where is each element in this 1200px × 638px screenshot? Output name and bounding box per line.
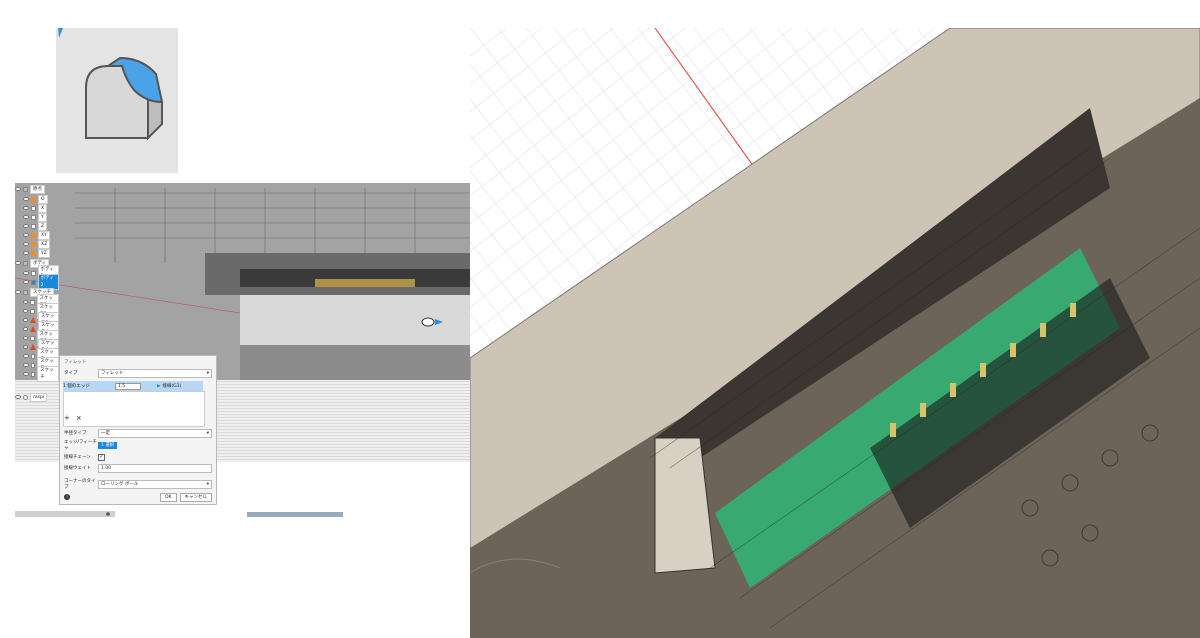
chain-select-button[interactable]: 1 選択 <box>98 441 118 449</box>
corner-type-select[interactable]: ローリング ボール ▾ <box>98 479 212 489</box>
chevron-down-icon: ▾ <box>206 430 209 436</box>
closeup-viewport-drawing <box>470 28 1200 638</box>
type-label: タイプ <box>64 371 78 376</box>
fillet-tool-icon[interactable] <box>56 28 178 173</box>
chevron-down-icon: ▾ <box>206 370 209 376</box>
cancel-button[interactable]: キャンセル <box>179 492 212 502</box>
type-row: タイプ フィレット ▾ <box>64 368 212 378</box>
add-button[interactable]: + <box>64 414 70 422</box>
radius-type-row: 半径タイプ 一定 ▾ <box>64 428 212 438</box>
type-value: フィレット <box>101 371 124 376</box>
tree-item-label: スケッチ <box>37 366 59 382</box>
tree-item[interactable]: Z <box>23 221 48 231</box>
tangent-weight-value: 1.00 <box>101 465 112 471</box>
tree-item-label: XY <box>38 230 50 240</box>
tangent-chain-checkbox[interactable]: ✓ <box>98 453 105 461</box>
edge-count-label: 1 個のエッジ <box>63 384 90 389</box>
dialog-header: フィレット <box>64 358 212 366</box>
type-select[interactable]: フィレット ▾ <box>98 368 212 378</box>
left-status-strip <box>15 508 472 522</box>
edge-row-selected[interactable]: 1 個のエッジ 1.5 ▶ 接線(G1) <box>63 381 203 391</box>
chain-row: エッジ/フィーチャ 1 選択 <box>64 440 212 451</box>
chevron-down-icon: ▾ <box>206 481 209 487</box>
tree-item-label: X <box>38 203 48 213</box>
tangent-chain-label: 接線チェーン <box>64 455 91 460</box>
tree-item[interactable]: O <box>23 194 48 204</box>
radius-type-label: 半径タイプ <box>64 431 87 436</box>
tree-item[interactable]: 原点 <box>15 184 45 194</box>
corner-type-value: ローリング ボール <box>101 482 139 487</box>
tree-item[interactable]: X <box>23 203 48 213</box>
tree-item[interactable]: YZ <box>23 248 50 258</box>
tree-item-label: raspi <box>30 392 48 402</box>
edge-list-actions: + × <box>64 414 212 422</box>
remove-button[interactable]: × <box>76 414 82 422</box>
dialog-footer: i OK キャンセル <box>64 492 212 502</box>
tree-item[interactable]: Y <box>23 212 47 222</box>
fillet-icon <box>58 28 164 141</box>
tree-item-label: 原点 <box>30 184 45 194</box>
corner-type-row: コーナーのタイプ ローリング ボール ▾ <box>64 479 212 490</box>
tangent-weight-input[interactable]: 1.00 <box>98 463 212 473</box>
tree-item[interactable]: XZ <box>23 239 51 249</box>
tree-item-label: O <box>38 194 48 204</box>
tree-item-label: YZ <box>38 248 50 258</box>
tree-item[interactable]: XY <box>23 230 50 240</box>
tree-item[interactable]: スケッチ <box>23 366 59 382</box>
tree-item-label: XZ <box>38 239 51 249</box>
tangent-weight-row: 接線ウェイト 1.00 <box>64 463 212 473</box>
tree-item-selected[interactable]: ボディ2 <box>23 274 59 290</box>
tree-item[interactable]: raspi <box>15 392 48 402</box>
tangent-icon: ▶ <box>157 383 161 389</box>
radius-type-select[interactable]: 一定 ▾ <box>98 428 212 438</box>
ok-button[interactable]: OK <box>160 492 177 502</box>
tangent-weight-label: 接線ウェイト <box>64 466 91 471</box>
tree-item-label: Z <box>38 221 48 231</box>
corner-type-label: コーナーのタイプ <box>64 479 96 490</box>
radius-type-value: 一定 <box>101 431 110 436</box>
edge-size-input[interactable]: 1.5 <box>115 382 141 390</box>
browser-tree: 原点 O X Y Z XY XZ YZ ボディ ボディ1 ボディ2 スケッチ ス… <box>15 183 59 403</box>
tangent-label: 接線(G1) <box>162 384 182 389</box>
dialog-title: フィレット <box>64 360 87 365</box>
info-icon[interactable]: i <box>64 494 70 500</box>
fillet-dialog: フィレット タイプ フィレット ▾ 1 個のエッジ 1.5 ▶ 接線(G1) + … <box>59 355 217 505</box>
tangent-chain-row: 接線チェーン ✓ <box>64 453 212 461</box>
closeup-viewport[interactable] <box>470 28 1200 638</box>
chain-label: エッジ/フィーチャ <box>64 440 97 451</box>
tree-item-label: Y <box>38 212 47 222</box>
